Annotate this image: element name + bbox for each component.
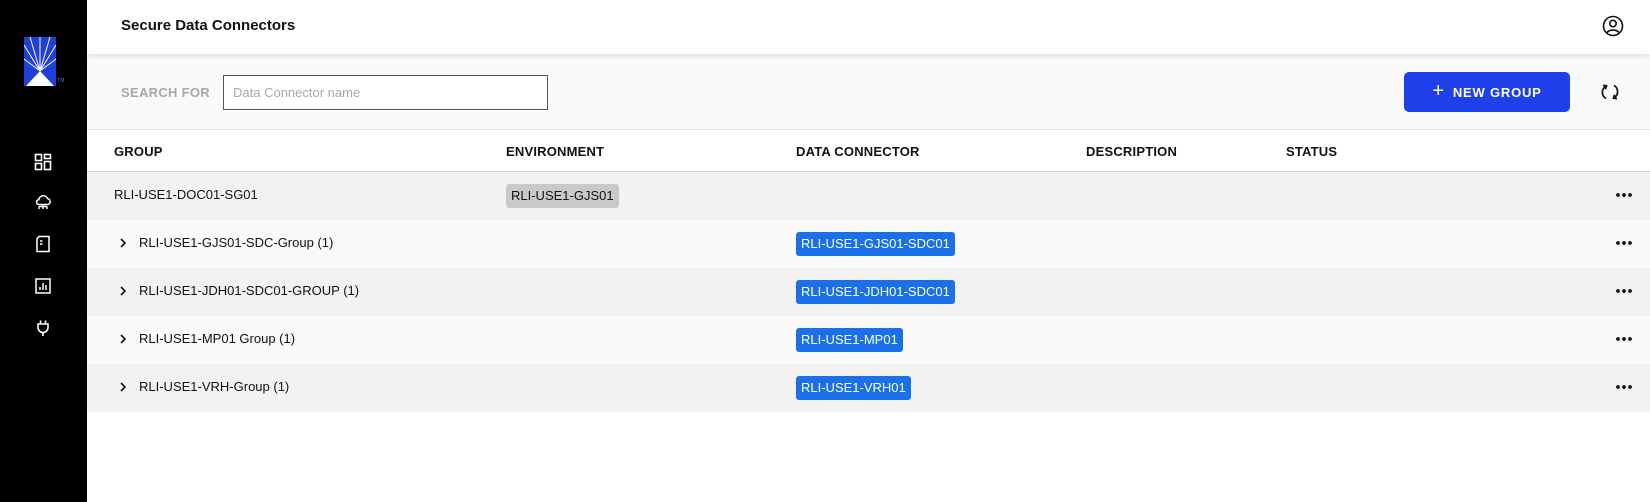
data-connector-tag[interactable]: RLI-USE1-MP01 <box>796 328 903 352</box>
search-label: SEARCH FOR <box>121 85 210 100</box>
header: Secure Data Connectors <box>87 0 1650 54</box>
group-name: RLI-USE1-JDH01-SDC01-GROUP (1) <box>139 283 360 298</box>
dashboard-icon[interactable] <box>34 153 52 171</box>
chevron-right-icon[interactable] <box>116 332 130 346</box>
table-row[interactable]: RLI-USE1-VRH-Group (1) RLI-USE1-VRH01 <box>87 364 1650 412</box>
table-row[interactable]: RLI-USE1-JDH01-SDC01-GROUP (1) RLI-USE1-… <box>87 268 1650 316</box>
group-name: RLI-USE1-MP01 Group (1) <box>139 331 296 346</box>
column-header-description[interactable]: DESCRIPTION <box>1086 144 1177 159</box>
more-options-icon[interactable] <box>1613 282 1635 300</box>
more-options-icon[interactable] <box>1613 330 1635 348</box>
data-connector-tag[interactable]: RLI-USE1-JDH01-SDC01 <box>796 280 955 304</box>
refresh-icon[interactable] <box>1599 81 1621 103</box>
logo <box>24 37 56 86</box>
table-row[interactable]: RLI-USE1-DOC01-SG01 RLI-USE1-GJS01 <box>87 172 1650 220</box>
document-icon[interactable] <box>34 235 52 253</box>
data-connector-tag[interactable]: RLI-USE1-VRH01 <box>796 376 911 400</box>
column-header-group[interactable]: GROUP <box>114 144 163 159</box>
table-row[interactable]: RLI-USE1-GJS01-SDC-Group (1) RLI-USE1-GJ… <box>87 220 1650 268</box>
groups-table: GROUP ENVIRONMENT DATA CONNECTOR DESCRIP… <box>87 130 1650 412</box>
plug-icon[interactable] <box>34 319 52 337</box>
group-name: RLI-USE1-DOC01-SG01 <box>114 187 258 202</box>
plus-icon: + <box>1432 80 1445 102</box>
logo-trademark: TM <box>57 78 65 84</box>
group-name: RLI-USE1-GJS01-SDC-Group (1) <box>139 235 334 250</box>
chevron-right-icon[interactable] <box>116 236 130 250</box>
environment-tag: RLI-USE1-GJS01 <box>506 184 619 208</box>
table-row[interactable]: RLI-USE1-MP01 Group (1) RLI-USE1-MP01 <box>87 316 1650 364</box>
report-chart-icon[interactable] <box>34 277 52 295</box>
search-input[interactable] <box>223 75 548 110</box>
new-group-label: NEW GROUP <box>1452 84 1542 100</box>
chevron-right-icon[interactable] <box>116 380 130 394</box>
toolbar: SEARCH FOR + NEW GROUP <box>87 54 1650 130</box>
group-name: RLI-USE1-VRH-Group (1) <box>139 379 290 394</box>
sidebar: TM <box>0 0 87 502</box>
cloud-network-icon[interactable] <box>34 193 52 211</box>
more-options-icon[interactable] <box>1613 186 1635 204</box>
chevron-right-icon[interactable] <box>116 284 130 298</box>
column-header-environment[interactable]: ENVIRONMENT <box>506 144 604 159</box>
page-title: Secure Data Connectors <box>121 17 296 34</box>
data-connector-tag[interactable]: RLI-USE1-GJS01-SDC01 <box>796 232 955 256</box>
more-options-icon[interactable] <box>1613 234 1635 252</box>
new-group-button[interactable]: + NEW GROUP <box>1404 72 1570 112</box>
user-profile-icon[interactable] <box>1602 15 1624 37</box>
column-header-data-connector[interactable]: DATA CONNECTOR <box>796 144 920 159</box>
table-header: GROUP ENVIRONMENT DATA CONNECTOR DESCRIP… <box>87 130 1650 172</box>
column-header-status[interactable]: STATUS <box>1286 144 1337 159</box>
more-options-icon[interactable] <box>1613 378 1635 396</box>
